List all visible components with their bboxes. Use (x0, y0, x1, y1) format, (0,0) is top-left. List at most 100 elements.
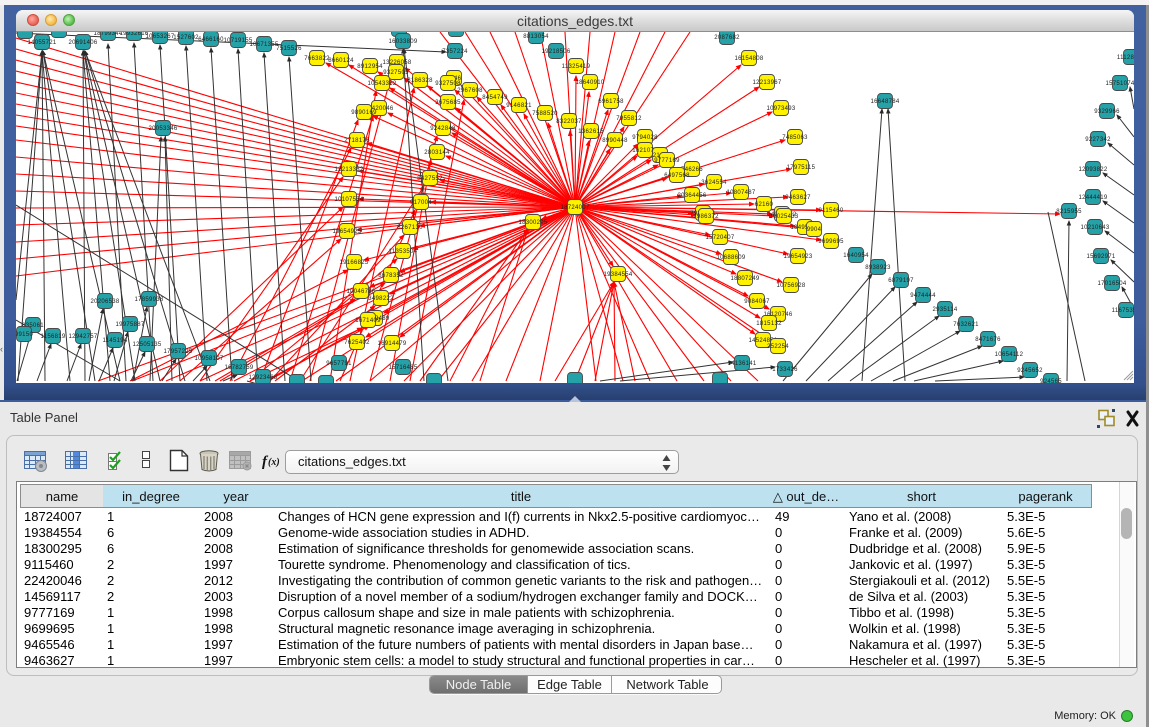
svg-text:3498222: 3498222 (368, 296, 394, 302)
svg-text:8990448: 8990448 (602, 138, 628, 144)
svg-text:12942757: 12942757 (68, 334, 97, 340)
svg-text:7357: 7357 (449, 32, 464, 33)
svg-text:1527602: 1527602 (173, 35, 199, 41)
svg-text:11675359: 11675359 (1112, 308, 1134, 314)
svg-text:16782759: 16782759 (224, 365, 253, 371)
svg-text:9777169: 9777169 (654, 158, 680, 164)
svg-text:8938923: 8938923 (865, 265, 891, 271)
svg-text:20053346: 20053346 (148, 126, 177, 132)
svg-text:9245652: 9245652 (1017, 368, 1043, 374)
svg-text:8454749: 8454749 (482, 95, 508, 101)
svg-text:6879197: 6879197 (888, 278, 914, 284)
svg-text:16648784: 16648784 (870, 99, 899, 105)
svg-text:7955812: 7955812 (616, 116, 642, 122)
svg-text:19975887: 19975887 (115, 322, 144, 328)
svg-text:18724007: 18724007 (560, 205, 589, 211)
svg-text:10025433: 10025433 (769, 214, 798, 220)
svg-text:1145194: 1145194 (102, 338, 127, 344)
svg-text:9699695: 9699695 (818, 239, 844, 245)
svg-text:10653267: 10653267 (145, 34, 174, 40)
svg-text:17975115: 17975115 (787, 165, 816, 171)
svg-text:11353504: 11353504 (389, 249, 418, 255)
svg-text:9242848: 9242848 (430, 126, 456, 132)
svg-text:15720407: 15720407 (705, 235, 734, 241)
svg-text:10807487: 10807487 (726, 190, 755, 196)
svg-text:8427552: 8427552 (417, 176, 443, 182)
svg-text:2967608: 2967608 (457, 88, 483, 94)
svg-text:19166825: 19166825 (339, 260, 368, 266)
svg-text:8660124: 8660124 (328, 58, 354, 64)
svg-text:7485063: 7485063 (782, 135, 808, 141)
svg-text:15716485: 15716485 (388, 365, 417, 371)
svg-text:9084067: 9084067 (744, 299, 770, 305)
svg-text:1156819: 1156819 (40, 334, 65, 340)
svg-text:11325419: 11325419 (562, 64, 591, 70)
svg-text:917004: 917004 (410, 200, 432, 206)
svg-text:1362615: 1362615 (578, 129, 604, 135)
svg-text:9327508: 9327508 (435, 81, 461, 87)
svg-text:20364456: 20364456 (677, 193, 706, 199)
svg-text:10046786: 10046786 (346, 289, 375, 295)
svg-text:16154808: 16154808 (734, 56, 763, 62)
svg-text:14055721: 14055721 (27, 40, 56, 46)
svg-text:20691406: 20691406 (68, 40, 97, 46)
svg-text:18807249: 18807249 (730, 276, 759, 282)
svg-text:252254: 252254 (767, 344, 789, 350)
svg-text:6497568: 6497568 (664, 173, 690, 179)
svg-text:9657791: 9657791 (326, 361, 352, 367)
svg-text:8267130: 8267130 (397, 225, 423, 231)
svg-text:12093822: 12093822 (1078, 167, 1107, 173)
svg-text:2087682: 2087682 (714, 35, 740, 41)
svg-text:20206538: 20206538 (90, 299, 119, 305)
svg-text:99150: 99150 (16, 332, 33, 338)
svg-text:10688609: 10688609 (716, 255, 745, 261)
svg-text:7986372: 7986372 (693, 214, 719, 220)
svg-text:1640954: 1640954 (843, 253, 869, 259)
svg-text:12213967: 12213967 (752, 80, 781, 86)
svg-text:3624554: 3624554 (701, 180, 727, 186)
svg-text:3675685: 3675685 (435, 100, 461, 106)
svg-text:9327505: 9327505 (383, 70, 409, 76)
svg-text:9890169: 9890169 (351, 110, 377, 116)
svg-text:19654923: 19654923 (783, 254, 812, 260)
svg-text:9474444: 9474444 (910, 293, 936, 299)
svg-text:9146821: 9146821 (506, 103, 532, 109)
svg-text:12444419: 12444419 (1078, 195, 1107, 201)
svg-text:2718176: 2718176 (344, 138, 370, 144)
svg-text:10210643: 10210643 (1080, 225, 1109, 231)
svg-text:10654112: 10654112 (995, 352, 1024, 358)
svg-text:7663822: 7663822 (304, 56, 330, 62)
svg-text:11128774: 11128774 (1117, 55, 1134, 61)
svg-text:6466160: 6466160 (198, 37, 224, 43)
svg-text:10107554: 10107554 (334, 197, 363, 203)
svg-text:16914479: 16914479 (377, 341, 406, 347)
svg-text:19384554: 19384554 (603, 272, 632, 278)
svg-text:8471676: 8471676 (975, 337, 1001, 343)
svg-text:9463627: 9463627 (785, 195, 811, 201)
svg-text:7588520: 7588520 (532, 111, 558, 117)
svg-text:8322037: 8322037 (556, 119, 582, 125)
svg-text:17016504: 17016504 (1097, 281, 1126, 287)
svg-text:8186328: 8186328 (407, 78, 433, 84)
svg-text:10671355: 10671355 (249, 42, 278, 48)
svg-text:8678352: 8678352 (378, 273, 404, 279)
svg-text:7515526: 7515526 (276, 46, 302, 52)
svg-text:12923468: 12923468 (248, 375, 277, 381)
svg-text:62160: 62160 (755, 202, 774, 208)
svg-text:10756928: 10756928 (776, 283, 805, 289)
svg-text:7357224: 7357224 (442, 49, 468, 55)
svg-text:10973493: 10973493 (766, 106, 795, 112)
svg-text:9115460: 9115460 (818, 208, 843, 214)
svg-text:8215955: 8215955 (1056, 209, 1082, 215)
svg-text:10543362: 10543362 (367, 81, 396, 87)
svg-text:18640910: 18640910 (575, 80, 604, 86)
svg-text:18300295: 18300295 (518, 220, 547, 226)
svg-text:9329966: 9329966 (1094, 109, 1120, 115)
svg-text:1671409: 1671409 (355, 318, 381, 324)
svg-text:15751074: 15751074 (1105, 81, 1134, 87)
svg-text:19654925: 19654925 (332, 229, 361, 235)
svg-text:14136141: 14136141 (727, 361, 756, 367)
svg-text:7632621: 7632621 (953, 322, 979, 328)
svg-text:15692971: 15692971 (1086, 254, 1115, 260)
svg-text:16033809: 16033809 (388, 39, 417, 45)
